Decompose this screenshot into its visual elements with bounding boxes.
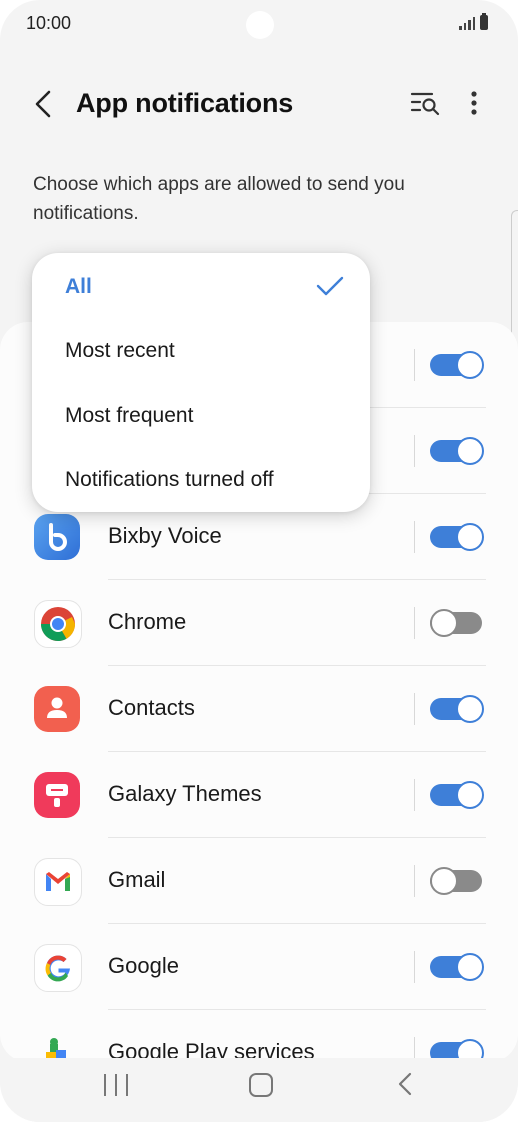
signal-icon	[459, 14, 475, 30]
app-name: Contacts	[108, 695, 195, 720]
dropdown-item-notifications-turned-off[interactable]: Notifications turned off	[32, 448, 370, 512]
filter-dropdown-menu: All Most recent Most frequent Notificati…	[32, 253, 370, 512]
list-item-contacts[interactable]: Contacts	[0, 666, 518, 752]
list-item-google-play-services[interactable]: Google Play services	[0, 1010, 518, 1062]
recent-apps-button[interactable]	[104, 1074, 128, 1096]
list-item-galaxy-themes[interactable]: Galaxy Themes	[0, 752, 518, 838]
dropdown-item-most-recent[interactable]: Most recent	[32, 319, 370, 383]
home-button[interactable]	[249, 1073, 273, 1097]
dropdown-item-label: All	[65, 275, 92, 298]
nav-back-icon	[398, 1072, 412, 1096]
dropdown-item-label: Notifications turned off	[65, 468, 274, 491]
filter-search-icon	[410, 92, 440, 116]
battery-icon	[480, 13, 488, 30]
chrome-icon	[34, 600, 82, 648]
notification-toggle[interactable]	[430, 952, 484, 982]
more-vertical-icon	[471, 91, 477, 115]
filter-search-button[interactable]	[408, 88, 444, 120]
list-item-gmail[interactable]: Gmail	[0, 838, 518, 924]
notification-toggle[interactable]	[430, 436, 484, 466]
nav-back-button[interactable]	[396, 1072, 414, 1096]
recent-apps-icon	[104, 1074, 106, 1096]
app-name: Google	[108, 953, 179, 978]
notification-toggle[interactable]	[430, 780, 484, 810]
status-icons	[459, 13, 488, 30]
app-name: Bixby Voice	[108, 523, 222, 548]
chevron-left-icon	[35, 90, 51, 118]
app-name: Chrome	[108, 609, 187, 634]
notification-toggle[interactable]	[430, 694, 484, 724]
dropdown-item-label: Most recent	[65, 339, 175, 362]
notification-toggle[interactable]	[430, 522, 484, 552]
list-item-chrome[interactable]: Chrome	[0, 580, 518, 666]
more-options-button[interactable]	[462, 88, 486, 120]
bixby-voice-icon	[34, 514, 80, 560]
status-time: 10:00	[26, 13, 72, 33]
navigation-bar	[0, 1058, 518, 1122]
back-button[interactable]	[28, 86, 58, 122]
google-icon	[34, 944, 82, 992]
dropdown-item-label: Most frequent	[65, 404, 194, 427]
notification-toggle[interactable]	[430, 350, 484, 380]
app-name: Galaxy Themes	[108, 781, 262, 806]
page-description: Choose which apps are allowed to send yo…	[33, 174, 405, 224]
contacts-icon	[34, 686, 80, 732]
gmail-icon	[34, 858, 82, 906]
galaxy-themes-icon	[34, 772, 80, 818]
notification-toggle[interactable]	[430, 866, 482, 896]
list-item-google[interactable]: Google	[0, 924, 518, 1010]
notification-toggle[interactable]	[430, 608, 482, 638]
page-title: App notifications	[76, 88, 294, 118]
dropdown-item-most-frequent[interactable]: Most frequent	[32, 384, 370, 448]
dropdown-item-all[interactable]: All	[32, 255, 370, 319]
checkmark-icon	[316, 276, 344, 296]
camera-cutout	[246, 11, 274, 39]
app-name: Gmail	[108, 867, 166, 892]
phone-screen: 10:00 App notifications Choose which app…	[0, 0, 518, 1122]
